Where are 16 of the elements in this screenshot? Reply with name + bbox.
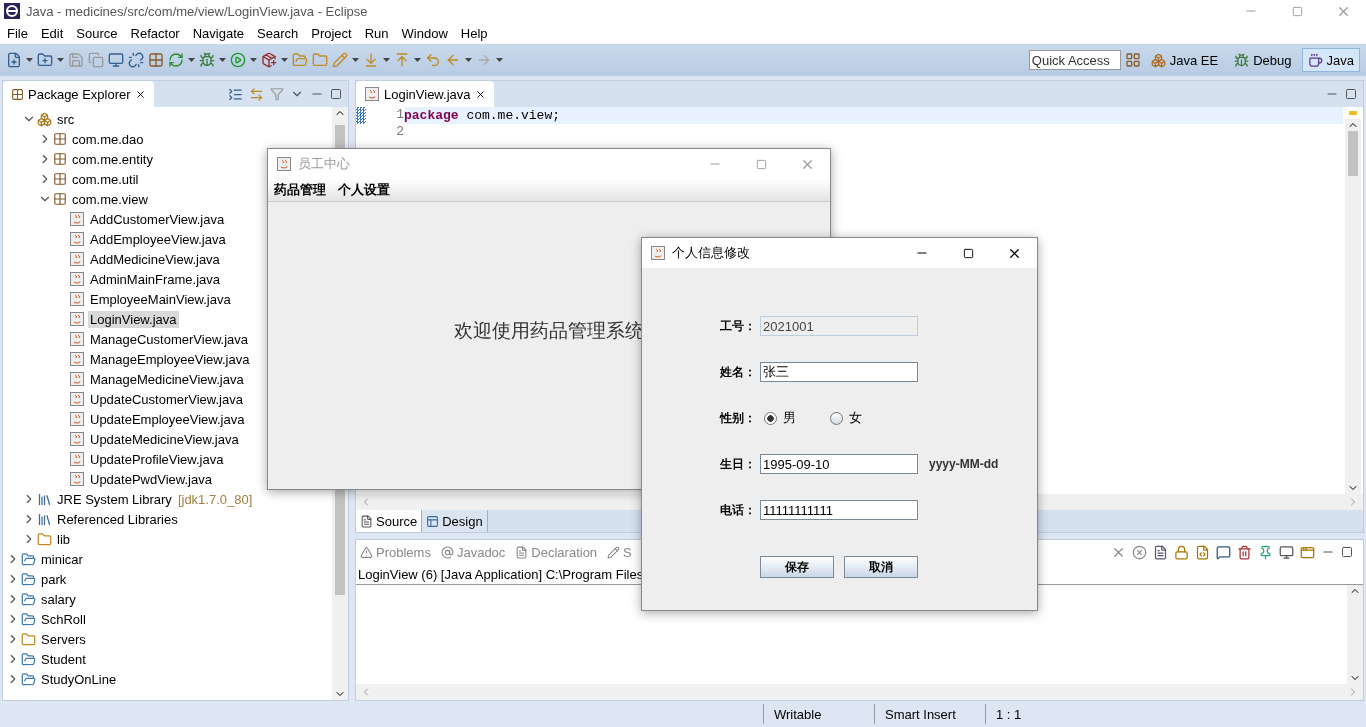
window-title: Java - medicines/src/com/me/view/LoginView.java - Eclipse: [26, 3, 368, 19]
line-number: 1: [395, 107, 404, 124]
status-field: Writable: [763, 704, 874, 724]
field-label: 性别：: [720, 409, 757, 427]
field-label: 生日：: [720, 455, 757, 473]
field-label: 电话：: [720, 501, 757, 519]
line-number: 2: [395, 124, 404, 141]
status-field: 1 : 1: [985, 704, 1096, 724]
field-label: 姓名：: [720, 363, 757, 381]
jdk-version-label: [jdk1.7.0_80]: [177, 491, 253, 507]
status-field: Smart Insert: [874, 704, 985, 724]
window-title: 员工中心: [298, 155, 350, 173]
format-hint: yyyy-MM-dd: [929, 457, 999, 471]
dialog-title: 个人信息修改: [672, 244, 750, 262]
code-line: package com.me.view;: [404, 108, 561, 123]
field-label: 工号：: [720, 317, 757, 335]
